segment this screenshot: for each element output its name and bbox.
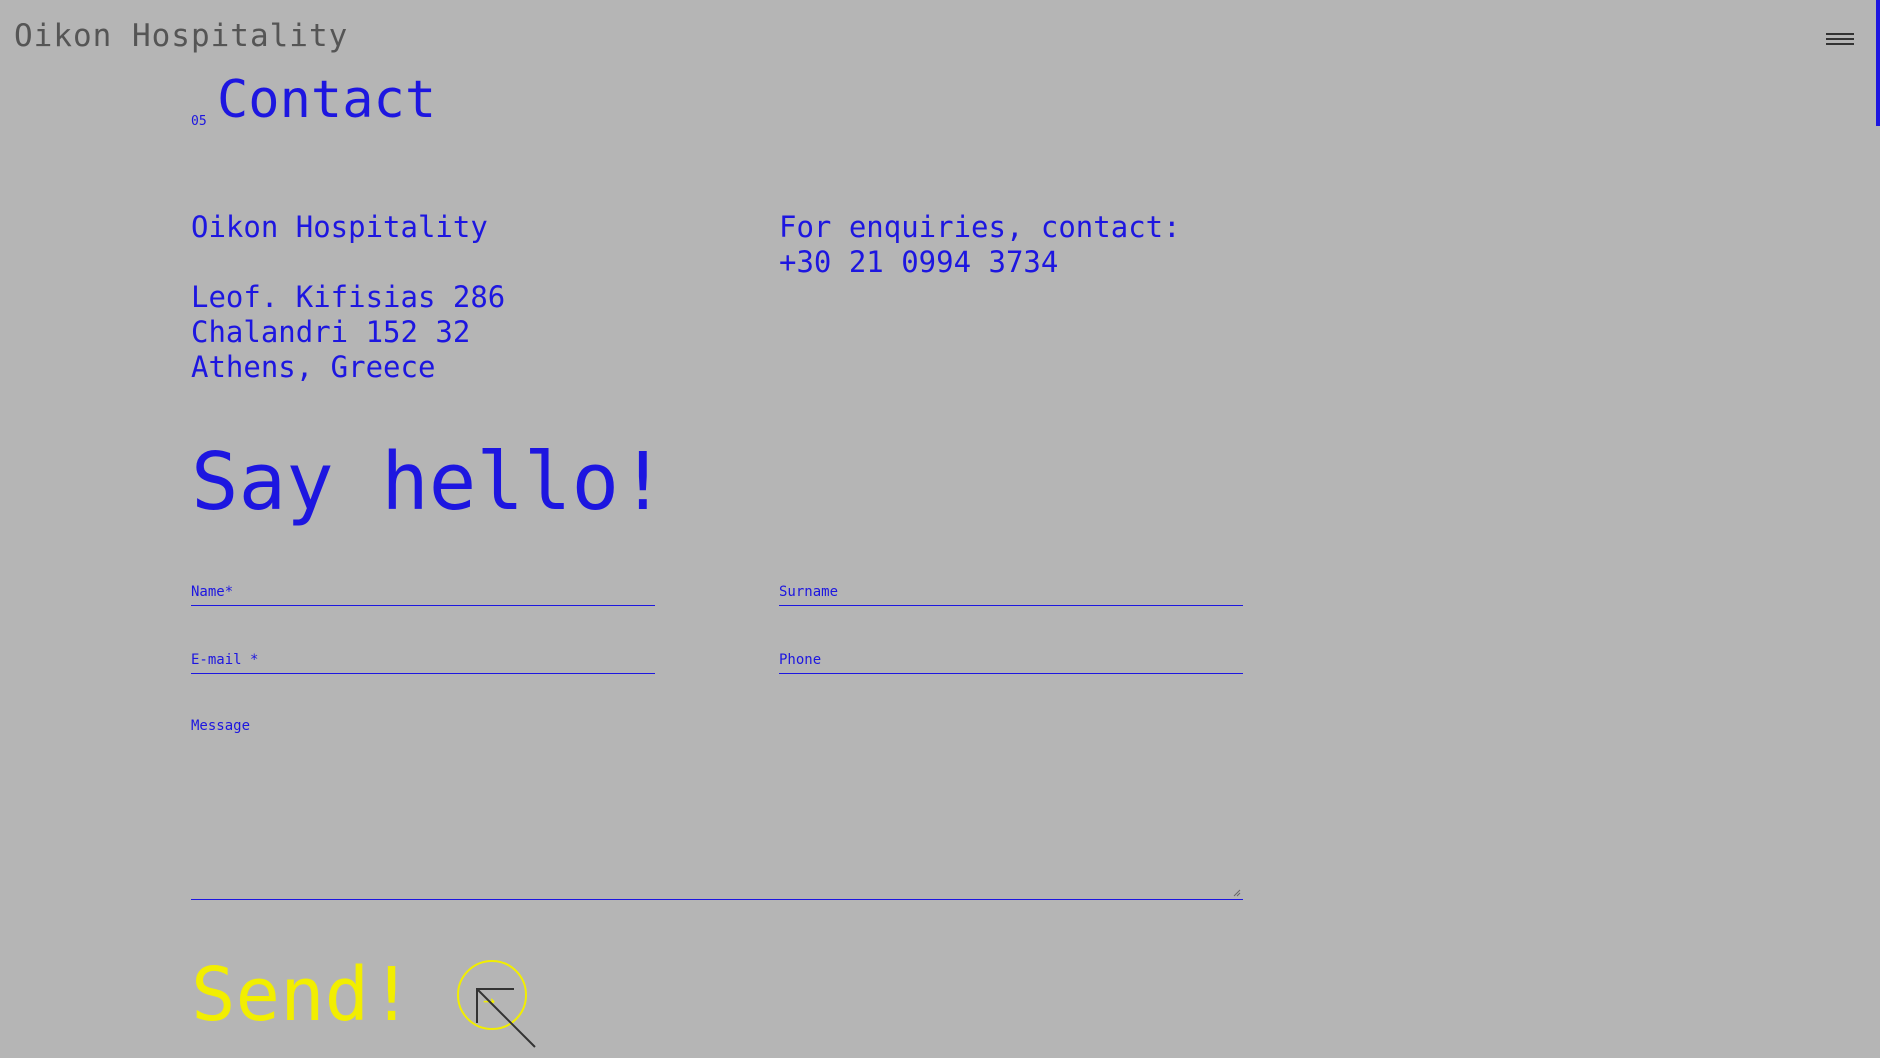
form-heading: Say hello! — [191, 436, 667, 528]
brand-logo[interactable]: Oikon Hospitality — [14, 18, 348, 54]
name-field[interactable]: Name* — [191, 581, 655, 606]
page: Oikon Hospitality 05 Contact Oikon Hospi… — [0, 0, 1880, 1058]
address-line-1: Leof. Kifisias 286 — [191, 280, 506, 314]
phone-field-label: Phone — [779, 652, 822, 668]
surname-field-label: Surname — [779, 584, 839, 600]
address-line-2: Chalandri 152 32 — [191, 315, 471, 349]
hamburger-icon-line-bottom — [1826, 43, 1854, 45]
message-textarea[interactable]: Message — [191, 716, 1243, 900]
company-address: Oikon Hospitality Leof. Kifisias 286 Cha… — [191, 210, 505, 385]
section-number: 05 — [191, 114, 207, 129]
email-field[interactable]: E-mail * — [191, 649, 655, 674]
surname-field[interactable]: Surname — [779, 581, 1243, 606]
scroll-indicator[interactable] — [1876, 0, 1880, 126]
enquiries-label: For enquiries, contact: — [779, 210, 1181, 244]
address-line-3: Athens, Greece — [191, 350, 436, 384]
enquiries-block: For enquiries, contact: +30 21 0994 3734 — [779, 210, 1181, 280]
section-title: Contact — [217, 70, 437, 130]
phone-field[interactable]: Phone — [779, 649, 1243, 674]
mouse-cursor-icon — [476, 988, 536, 1048]
hamburger-menu-button[interactable] — [1822, 30, 1858, 50]
company-name: Oikon Hospitality — [191, 210, 488, 244]
name-field-label: Name* — [191, 584, 234, 600]
send-button[interactable]: Send! — [191, 952, 414, 1038]
email-field-label: E-mail * — [191, 652, 259, 668]
enquiries-phone-link[interactable]: +30 21 0994 3734 — [779, 245, 1181, 280]
message-field-label: Message — [191, 718, 251, 734]
hamburger-icon-line-top — [1826, 33, 1854, 35]
resize-handle-icon[interactable] — [1233, 889, 1241, 897]
hamburger-icon-line-middle — [1826, 38, 1854, 40]
